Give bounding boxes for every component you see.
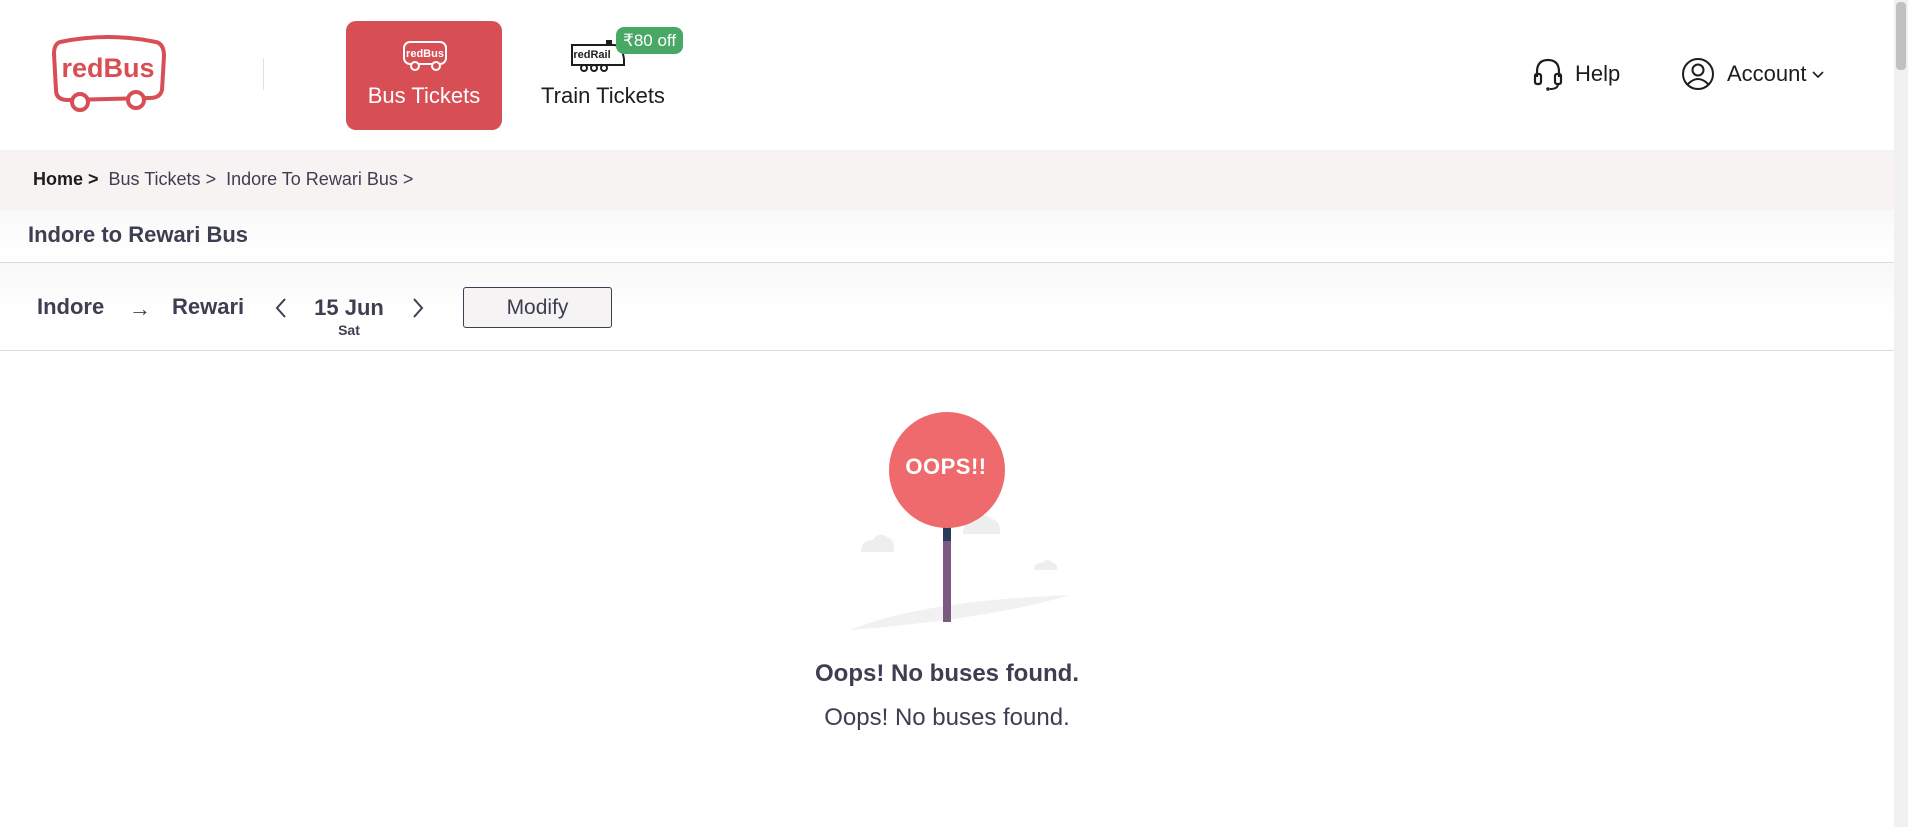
page-title: Indore to Rewari Bus — [28, 222, 249, 247]
page-title-band — [0, 210, 1894, 262]
account-label: Account — [1727, 61, 1807, 86]
help-label: Help — [1575, 61, 1621, 86]
chevron-down-icon — [1811, 71, 1824, 79]
vertical-scrollbar[interactable] — [1894, 0, 1908, 827]
redbus-logo-icon: redBus — [51, 35, 167, 112]
breadcrumb-home[interactable]: Home > — [33, 169, 99, 190]
headset-icon — [1533, 58, 1563, 91]
tab-bus-tickets-label: Bus Tickets — [367, 83, 481, 108]
divider — [0, 350, 1894, 351]
redbus-logo[interactable]: redBus — [50, 34, 167, 114]
account-menu[interactable]: Account — [1681, 56, 1825, 92]
oops-sign-text: OOPS!! — [905, 454, 987, 479]
svg-text:redBus: redBus — [61, 53, 154, 83]
logo-divider — [263, 58, 264, 90]
help-link[interactable]: Help — [1533, 56, 1620, 92]
user-avatar-icon — [1682, 58, 1714, 90]
journey-date: 15 Jun — [314, 295, 384, 320]
breadcrumb-bus-tickets[interactable]: Bus Tickets > — [109, 169, 217, 190]
breadcrumb-indore-to-rewari[interactable]: Indore To Rewari Bus > — [226, 169, 413, 190]
svg-text:redBus: redBus — [406, 48, 444, 60]
offer-badge: ₹80 off — [616, 27, 684, 54]
from-city: Indore — [37, 294, 105, 319]
previous-date-chevron-icon[interactable] — [272, 296, 290, 320]
tab-bus-tickets[interactable]: redBus Bus Tickets — [346, 21, 502, 130]
top-header: redBus redBus Bus Tickets redRail Train … — [0, 0, 1894, 150]
modify-button[interactable]: Modify — [463, 287, 612, 328]
breadcrumb: Home > Bus Tickets > Indore To Rewari Bu… — [33, 169, 413, 190]
redbus-bus-icon: redBus — [403, 41, 447, 71]
scrollbar-thumb[interactable] — [1896, 2, 1906, 70]
journey-day: Sat — [338, 322, 360, 338]
route-arrow-icon: → — [129, 296, 151, 321]
oops-sign-illustration — [850, 412, 1070, 630]
to-city: Rewari — [172, 294, 245, 319]
next-date-chevron-icon[interactable] — [409, 296, 427, 320]
svg-text:redRail: redRail — [573, 49, 610, 61]
no-buses-title: Oops! No buses found. — [815, 660, 1079, 687]
tab-train-tickets-label: Train Tickets — [541, 83, 665, 108]
no-buses-subtitle: Oops! No buses found. — [824, 704, 1070, 731]
